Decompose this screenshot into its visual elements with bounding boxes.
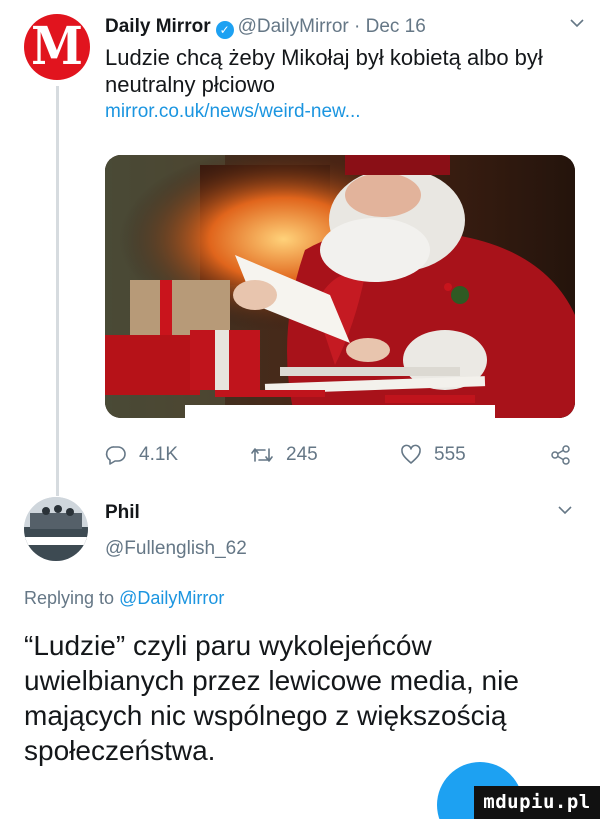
tweet-date[interactable]: Dec 16 bbox=[366, 16, 426, 37]
like-count: 555 bbox=[434, 444, 466, 465]
daily-mirror-avatar[interactable]: M bbox=[24, 14, 90, 80]
reply-text: “Ludzie” czyli paru wykolejeńców uwielbi… bbox=[24, 630, 519, 766]
tweet-link[interactable]: mirror.co.uk/news/weird-new... bbox=[105, 99, 575, 125]
header-separator: · bbox=[354, 16, 361, 37]
tweet-text: Ludzie chcą żeby Mikołaj był kobietą alb… bbox=[105, 45, 543, 97]
tweet-author-handle[interactable]: @DailyMirror bbox=[238, 16, 349, 37]
avatar-logo-letter: M bbox=[31, 16, 83, 77]
verified-badge-icon: ✓ bbox=[215, 21, 234, 39]
tweet-header: Daily Mirror ✓ @DailyMirror · Dec 16 bbox=[105, 14, 585, 40]
retweet-icon bbox=[250, 444, 274, 466]
share-action[interactable] bbox=[550, 440, 572, 470]
phil-avatar[interactable] bbox=[24, 497, 88, 561]
chevron-down-icon[interactable] bbox=[557, 502, 573, 523]
tweet-photo-santa-reading-letters[interactable] bbox=[105, 155, 575, 418]
replying-to-label: Replying to bbox=[24, 588, 115, 608]
share-icon bbox=[550, 444, 572, 466]
reply-count: 4.1K bbox=[139, 444, 179, 465]
reply-author-name[interactable]: Phil bbox=[105, 500, 140, 526]
reply-bubble-icon bbox=[105, 444, 127, 466]
reply-author-handle[interactable]: @Fullenglish_62 bbox=[105, 536, 247, 562]
watermark: mdupiu.pl bbox=[474, 786, 600, 819]
reply-action[interactable]: 4.1K bbox=[105, 440, 178, 470]
replying-to-line: Replying to @DailyMirror bbox=[24, 585, 224, 611]
thread-connector-line bbox=[56, 86, 59, 496]
heart-icon bbox=[400, 444, 422, 466]
tweet-action-bar: 4.1K 245 555 bbox=[105, 440, 575, 470]
replying-to-mention[interactable]: @DailyMirror bbox=[119, 588, 224, 608]
like-action[interactable]: 555 bbox=[400, 440, 466, 470]
chevron-down-icon[interactable] bbox=[569, 14, 585, 40]
tweet-author-name[interactable]: Daily Mirror bbox=[105, 16, 211, 37]
retweet-action[interactable]: 245 bbox=[250, 440, 318, 470]
retweet-count: 245 bbox=[286, 444, 318, 465]
